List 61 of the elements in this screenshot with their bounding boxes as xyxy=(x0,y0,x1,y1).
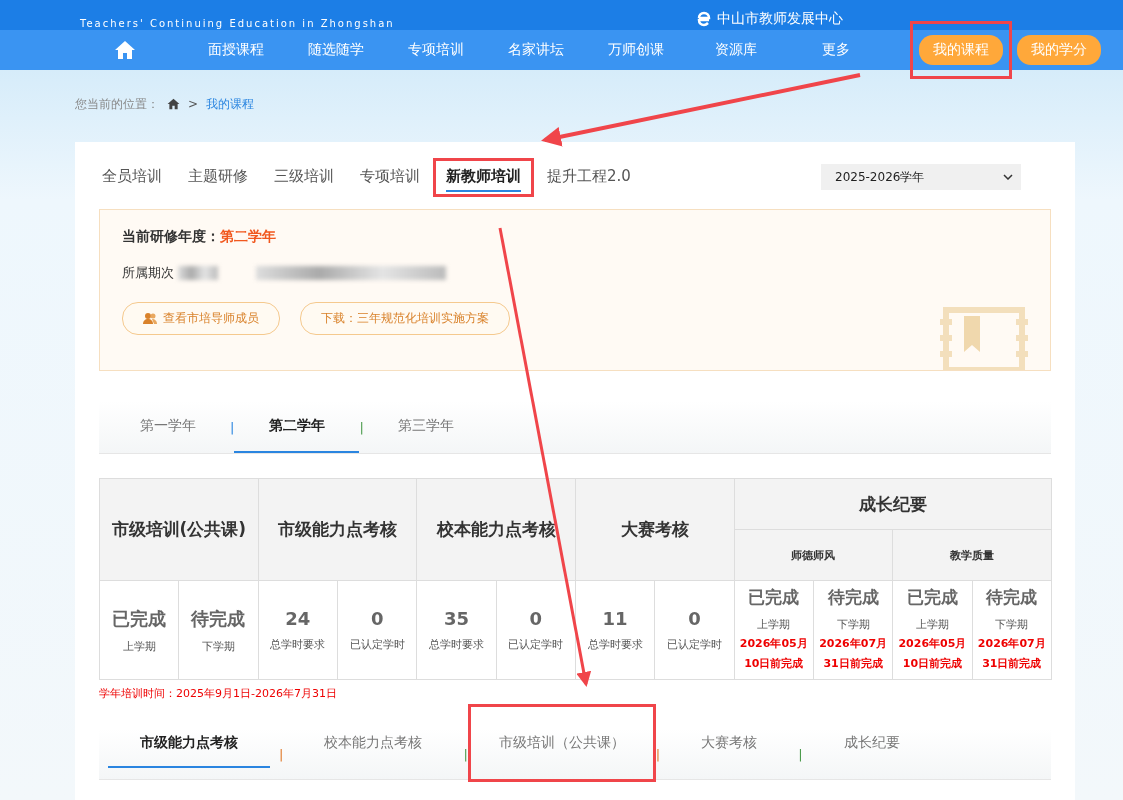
tab-separator: | xyxy=(230,419,235,435)
current-year-text: 当前研修年度：第二学年 xyxy=(122,228,277,246)
year-tab[interactable]: 第二学年 xyxy=(234,401,360,453)
outline-button[interactable]: 查看市培导师成员 xyxy=(122,302,280,335)
section-tab[interactable]: 市级能力点考核 xyxy=(108,718,270,768)
nav-link[interactable]: 面授课程 xyxy=(191,41,281,59)
training-period-note: 学年培训时间：2025年9月1日-2026年7月31日 xyxy=(99,686,338,701)
chevron-down-icon xyxy=(1003,174,1013,180)
tab-separator: | xyxy=(359,419,364,435)
nav-link[interactable]: 更多 xyxy=(791,41,881,59)
column-header: 市级培训(公共课) xyxy=(99,478,259,581)
section-tab[interactable]: 校本能力点考核 xyxy=(292,718,455,768)
nav-link[interactable]: 专项培训 xyxy=(391,41,481,59)
outline-button[interactable]: 下载：三年规范化培训实施方案 xyxy=(300,302,510,335)
nav-link[interactable]: 资源库 xyxy=(691,41,781,59)
nav-link[interactable]: 随选随学 xyxy=(291,41,381,59)
category-tab[interactable]: 提升工程2.0 xyxy=(547,162,631,192)
nav-link[interactable]: 万师创课 xyxy=(591,41,681,59)
table-cell: 已完成 上学期 2026年05月 10日前完成 xyxy=(892,580,973,680)
redacted-text xyxy=(178,266,218,280)
nav-link[interactable]: 名家讲坛 xyxy=(491,41,581,59)
tab-separator: | xyxy=(279,746,284,762)
year-tab[interactable]: 第一学年 xyxy=(105,401,230,453)
table-cell: 0 已认定学时 xyxy=(654,580,735,680)
column-header: 教学质量 xyxy=(892,529,1052,581)
table-cell: 35 总学时要求 xyxy=(416,580,497,680)
table-cell: 已完成 上学期 2026年05月 10日前完成 xyxy=(734,580,814,680)
section-tab[interactable]: 成长纪要 xyxy=(811,718,932,768)
period-label: 所属期次 xyxy=(122,264,174,282)
column-header: 市级能力点考核 xyxy=(258,478,417,581)
section-tab[interactable]: 市级培训（公共课） xyxy=(476,707,647,779)
table-cell: 待完成 下学期 xyxy=(178,580,259,680)
tab-separator: | xyxy=(798,746,803,762)
category-tab[interactable]: 三级培训 xyxy=(274,162,334,192)
year-tab[interactable]: 第三学年 xyxy=(363,401,489,453)
table-cell: 已完成 上学期 xyxy=(99,580,179,680)
breadcrumb-link[interactable]: 我的课程 xyxy=(206,95,255,113)
home-icon[interactable] xyxy=(167,98,180,110)
table-cell: 0 已认定学时 xyxy=(337,580,417,680)
category-tab[interactable]: 新教师培训 xyxy=(446,162,521,192)
year-select[interactable]: 2025-2026学年 xyxy=(821,164,1021,190)
organization-name: 中山市教师发展中心 xyxy=(717,10,843,28)
table-cell: 待完成 下学期 2026年07月 31日前完成 xyxy=(972,580,1052,680)
column-header: 师德师风 xyxy=(734,529,893,581)
table-cell: 11 总学时要求 xyxy=(575,580,655,680)
table-cell: 24 总学时要求 xyxy=(258,580,338,680)
column-header: 校本能力点考核 xyxy=(416,478,576,581)
category-tab[interactable]: 专项培训 xyxy=(360,162,420,192)
column-header: 大赛考核 xyxy=(575,478,735,581)
category-tab[interactable]: 主题研修 xyxy=(188,162,248,192)
section-tab[interactable]: 大赛考核 xyxy=(669,718,790,768)
logo-icon xyxy=(695,11,713,27)
breadcrumb-separator: > xyxy=(188,97,199,111)
tab-separator: | xyxy=(655,746,661,762)
site-subtitle: Teachers' Continuing Education in Zhongshan xyxy=(80,18,395,30)
breadcrumb-label: 您当前的位置： xyxy=(75,95,159,113)
category-tab[interactable]: 全员培训 xyxy=(102,162,162,192)
column-header: 成长纪要 xyxy=(734,478,1052,530)
table-cell: 0 已认定学时 xyxy=(496,580,576,680)
table-cell: 待完成 下学期 2026年07月 31日前完成 xyxy=(813,580,893,680)
tab-separator: | xyxy=(463,746,468,762)
